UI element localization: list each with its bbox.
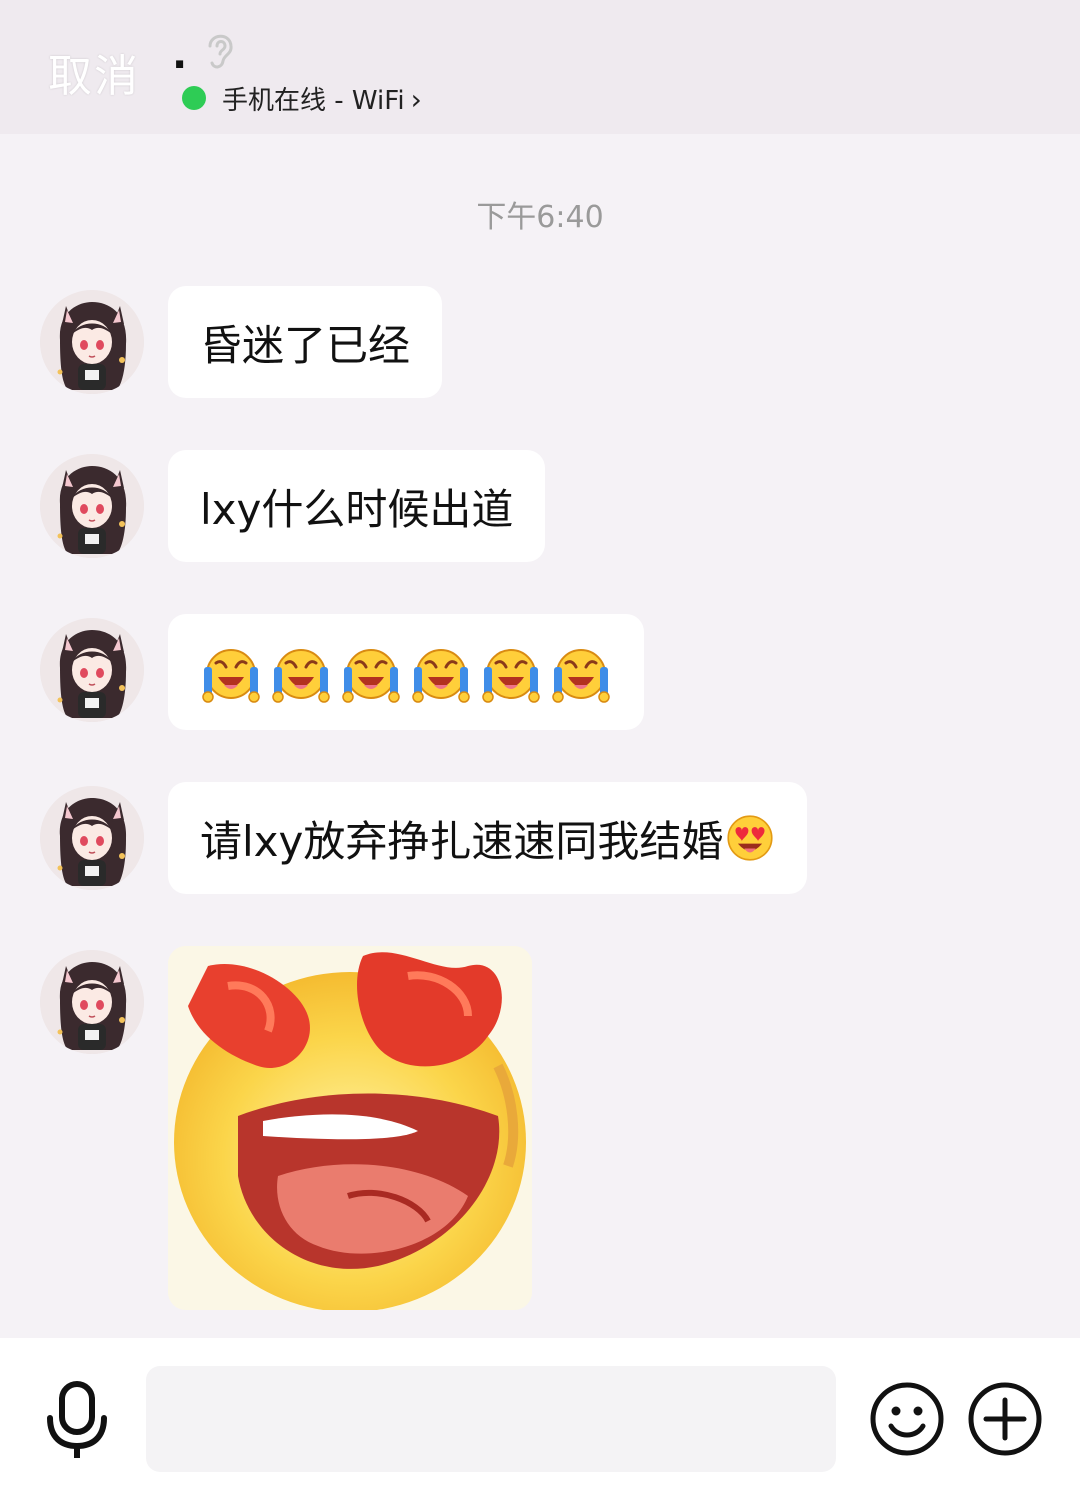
ear-icon[interactable]	[200, 28, 240, 72]
laugh-cry-emoji	[200, 641, 262, 703]
message-bubble[interactable]: 昏迷了已经	[168, 286, 443, 398]
cancel-button[interactable]: 取消	[48, 40, 140, 104]
online-status[interactable]: 手机在线 - WiFi ›	[222, 80, 422, 117]
plus-icon[interactable]	[966, 1380, 1044, 1458]
message-text: 请lxy放弃挣扎速速同我结婚	[200, 816, 724, 866]
message-timestamp: 下午6:40	[476, 200, 604, 235]
heart-eyes-drool-sticker[interactable]	[168, 946, 532, 1310]
online-status-dot	[182, 86, 206, 110]
microphone-icon[interactable]	[40, 1380, 114, 1460]
contact-name[interactable]: .	[172, 32, 187, 78]
smiley-icon[interactable]	[868, 1380, 946, 1458]
message-input[interactable]	[146, 1366, 836, 1472]
avatar[interactable]	[40, 950, 144, 1054]
avatar[interactable]	[40, 290, 144, 394]
message-bubble[interactable]: 请lxy放弃挣扎速速同我结婚	[168, 782, 808, 894]
chevron-right-icon: ›	[410, 83, 422, 116]
chat-screen: 取消 . 手机在线 - WiFi › 下午6:40 昏迷了已经 lxy什么时候出道	[0, 0, 1080, 1500]
chat-header: 取消 . 手机在线 - WiFi ›	[0, 0, 1080, 134]
message-bubble[interactable]: lxy什么时候出道	[168, 450, 546, 562]
emoji-row	[200, 641, 612, 703]
laugh-cry-emoji	[410, 641, 472, 703]
laugh-cry-emoji	[270, 641, 332, 703]
avatar[interactable]	[40, 786, 144, 890]
avatar[interactable]	[40, 618, 144, 722]
message-bubble[interactable]	[168, 614, 644, 730]
heart-eyes-emoji	[727, 815, 773, 861]
laugh-cry-emoji	[550, 641, 612, 703]
avatar[interactable]	[40, 454, 144, 558]
laugh-cry-emoji	[480, 641, 542, 703]
online-status-label: 手机在线 - WiFi	[222, 86, 405, 116]
laugh-cry-emoji	[340, 641, 402, 703]
